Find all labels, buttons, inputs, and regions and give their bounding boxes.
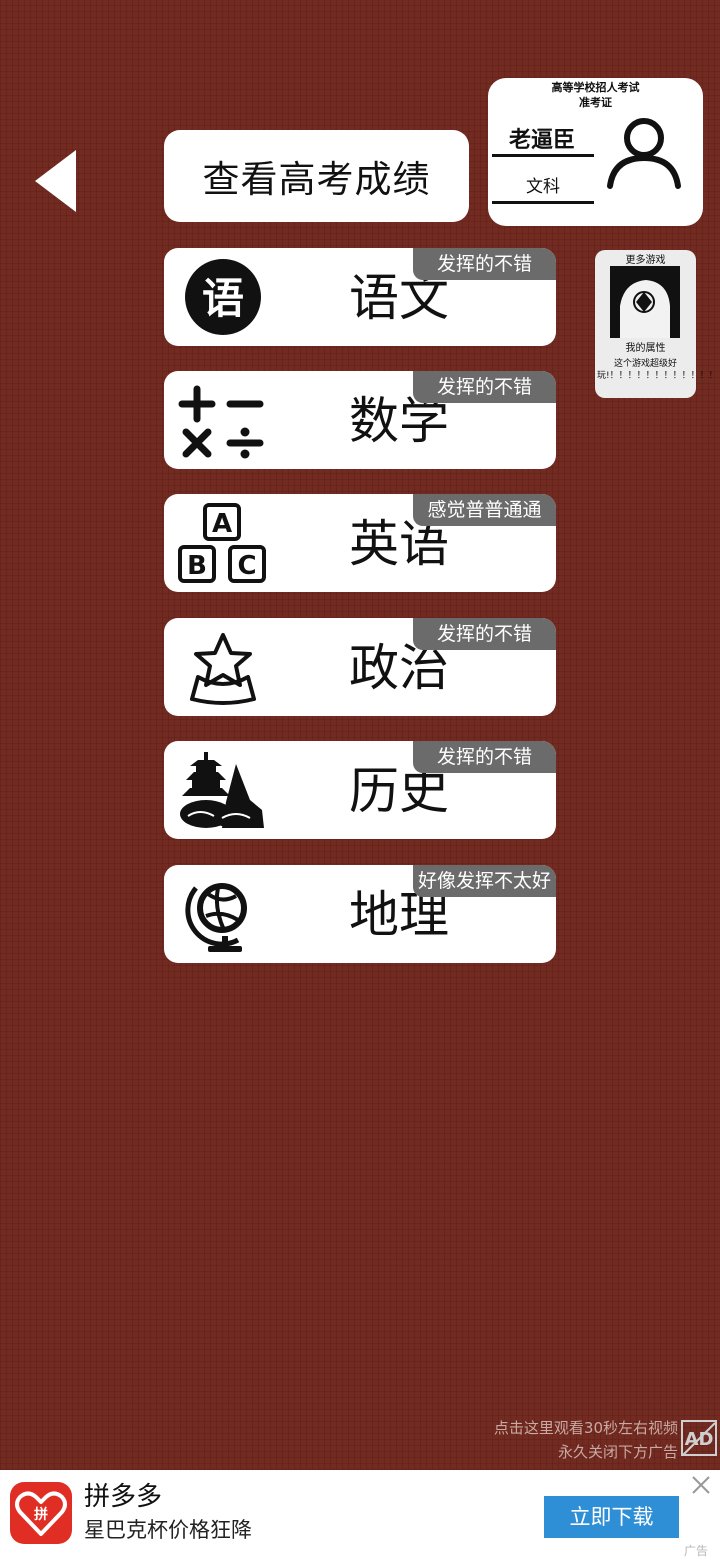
name-underline: [492, 154, 594, 157]
game-thumbnail: [610, 266, 680, 338]
svg-text:A: A: [212, 509, 232, 539]
no-ads-icon[interactable]: AD: [681, 1419, 717, 1457]
ticket-subtitle: 准考证: [579, 96, 612, 109]
more-games-card[interactable]: 更多游戏 我的属性 这个游戏超级好玩!！！！！！！！！！！！！: [595, 250, 718, 398]
subject-track: 文科: [526, 177, 560, 197]
abc-blocks-icon: A B C: [178, 503, 266, 583]
subject-card-politics[interactable]: 政治 发挥的不错: [164, 618, 556, 716]
more-games-description: 这个游戏超级好玩!！！！！！！！！！！！！: [597, 359, 718, 381]
user-avatar-icon: [607, 118, 681, 189]
admission-ticket-card[interactable]: 高等学校招人考试 准考证 老逼臣 文科: [488, 78, 703, 226]
math-operators-icon: [178, 385, 264, 459]
remove-ads-hint-line1: 点击这里观看30秒左右视频: [493, 1419, 678, 1437]
performance-badge: 好像发挥不太好: [413, 865, 556, 897]
more-games-title: 更多游戏: [625, 255, 666, 266]
pinduoduo-logo: 拼: [10, 1482, 72, 1544]
performance-badge: 发挥的不错: [413, 618, 556, 650]
globe-icon: [185, 883, 247, 952]
subject-card-english[interactable]: A B C 英语 感觉普普通通: [164, 494, 556, 592]
performance-badge: 发挥的不错: [413, 248, 556, 280]
performance-badge: 发挥的不错: [413, 741, 556, 773]
student-name: 老逼臣: [508, 127, 575, 153]
performance-badge: 发挥的不错: [413, 371, 556, 403]
close-icon[interactable]: [690, 1474, 712, 1496]
star-ribbon-icon: [190, 633, 256, 705]
remove-ads-hint-line2: 永久关闭下方广告: [557, 1443, 678, 1461]
view-scores-label: 查看高考成绩: [202, 158, 431, 201]
ad-slogan: 星巴克杯价格狂降: [84, 1518, 252, 1542]
svg-text:拼: 拼: [34, 1506, 48, 1523]
svg-text:语: 语: [202, 274, 244, 323]
svg-text:B: B: [187, 551, 207, 581]
subject-card-history[interactable]: 历史 发挥的不错: [164, 741, 556, 839]
svg-text:C: C: [237, 551, 256, 581]
subject-card-math[interactable]: 数学 发挥的不错: [164, 371, 556, 469]
back-arrow-icon: [35, 150, 76, 212]
subject-card-chinese[interactable]: 语 语文 发挥的不错: [164, 248, 556, 346]
performance-badge: 感觉普普通通: [413, 494, 556, 526]
ad-tag: 广告: [683, 1544, 708, 1558]
ad-banner[interactable]: 拼 拼多多 星巴克杯价格狂降 立即下载 广告: [0, 1470, 720, 1560]
ad-app-name: 拼多多: [84, 1482, 163, 1512]
ticket-title: 高等学校招人考试: [551, 81, 640, 94]
heart-logo-icon: 拼: [15, 1491, 67, 1536]
track-underline: [492, 201, 594, 204]
back-button[interactable]: [30, 146, 80, 216]
my-attributes-label: 我的属性: [625, 343, 666, 354]
subject-card-geography[interactable]: 地理 好像发挥不太好: [164, 865, 556, 963]
yu-character-icon: 语: [185, 259, 261, 335]
pagoda-icon: [180, 752, 264, 828]
view-scores-button[interactable]: 查看高考成绩: [164, 130, 469, 222]
remove-ads-hint[interactable]: 点击这里观看30秒左右视频 永久关闭下方广告: [494, 1416, 678, 1464]
download-button[interactable]: 立即下载: [544, 1496, 679, 1538]
